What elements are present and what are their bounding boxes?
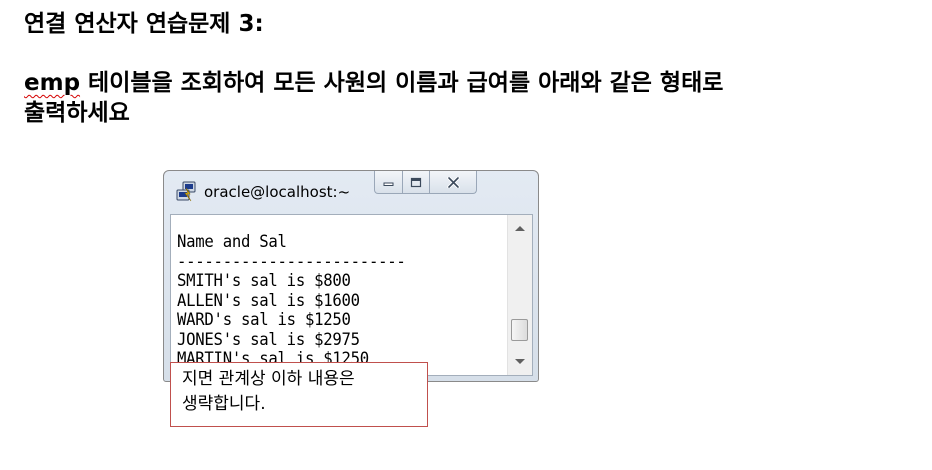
terminal-window-screenshot: oracle@localhost:~ Name and Sal ---------… [163, 170, 539, 382]
terminal-line: ALLEN's sal is $1600 [177, 290, 360, 311]
vertical-scrollbar[interactable] [507, 215, 532, 375]
maximize-icon [410, 177, 422, 188]
terminal-line: ------------------------- [177, 251, 406, 272]
terminal-line: WARD's sal is $1250 [177, 310, 351, 330]
terminal-line: SMITH's sal is $800 [177, 271, 351, 291]
note-line: 생략합니다. [182, 394, 266, 414]
omission-note: 지면 관계상 이하 내용은 생략합니다. [170, 362, 428, 427]
question-text-rest: 테이블을 조회하여 모든 사원의 이름과 급여를 아래와 같은 형태로 [80, 70, 724, 96]
terminal-line: Name and Sal [177, 232, 287, 252]
terminal-area[interactable]: Name and Sal ------------------------- SMI… [170, 214, 533, 376]
question-text-line2: 출력하세요 [24, 100, 130, 126]
maximize-button[interactable] [402, 171, 430, 194]
minimize-button[interactable] [374, 171, 403, 194]
scroll-up-arrow-icon[interactable] [515, 226, 525, 231]
scrollbar-thumb[interactable] [511, 318, 528, 341]
question-text-line1: emp 테이블을 조회하여 모든 사원의 이름과 급여를 아래와 같은 형태로 [24, 68, 723, 98]
close-button[interactable] [429, 171, 477, 194]
minimize-icon [383, 177, 395, 187]
note-line: 지면 관계상 이하 내용은 [182, 369, 355, 389]
close-icon [446, 176, 460, 188]
putty-icon [175, 181, 197, 203]
window-titlebar[interactable]: oracle@localhost:~ [164, 171, 538, 213]
exercise-title: 연결 연산자 연습문제 3: [24, 11, 264, 37]
scroll-down-arrow-icon[interactable] [515, 359, 525, 364]
spellcheck-word: emp [24, 70, 81, 96]
window-title: oracle@localhost:~ [204, 183, 351, 201]
terminal-line: JONES's sal is $2975 [177, 329, 360, 350]
terminal-output: Name and Sal ------------------------- SMI… [177, 232, 406, 370]
